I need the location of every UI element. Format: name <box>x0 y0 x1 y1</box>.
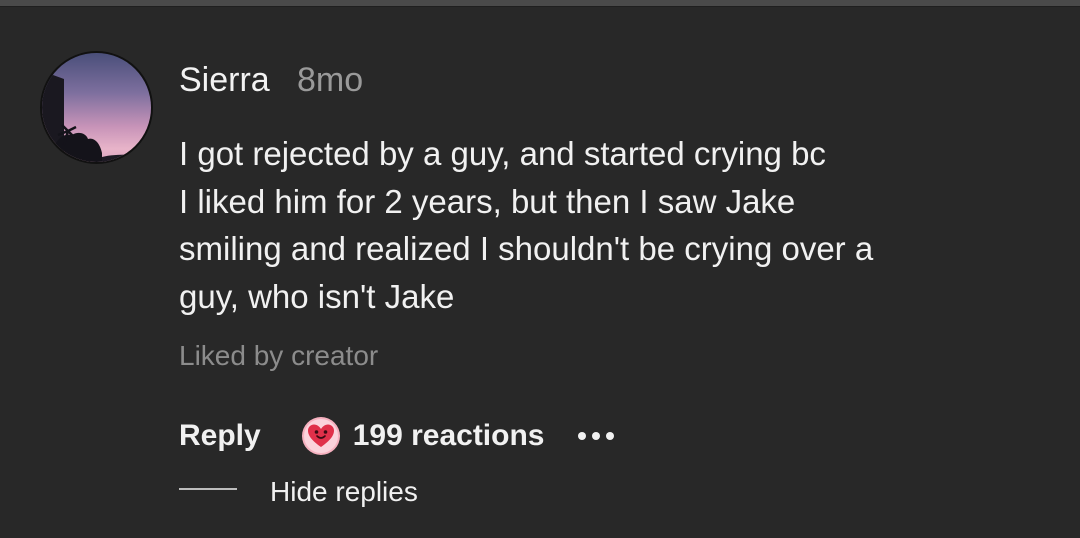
more-options-button[interactable] <box>578 426 615 446</box>
comment-body-line: guy, who isn't Jake <box>179 277 455 315</box>
reactions-count[interactable]: 199 reactions <box>353 419 545 453</box>
more-dots-icon <box>606 432 615 440</box>
liked-by-creator-label: Liked by creator <box>179 340 379 371</box>
heart-face-icon[interactable] <box>301 416 341 456</box>
replies-divider-line <box>179 488 237 490</box>
comment-body: I got rejected by a guy, and started cry… <box>179 130 1059 320</box>
more-dots-icon <box>592 432 601 440</box>
reply-button[interactable]: Reply <box>179 419 261 453</box>
comment-card: Sierra 8mo I got rejected by a guy, and … <box>0 0 1080 538</box>
comment-body-line: I got rejected by a guy, and started cry… <box>179 135 826 172</box>
hide-replies-button[interactable]: Hide replies <box>270 474 418 510</box>
avatar-image <box>42 53 151 162</box>
avatar[interactable] <box>40 51 153 164</box>
comment-timestamp: 8mo <box>297 61 364 99</box>
comment-body-line: smiling and realized I shouldn't be cryi… <box>179 230 874 267</box>
username[interactable]: Sierra <box>179 60 270 100</box>
comment-actions: Reply 199 reactions <box>179 412 615 460</box>
comment-body-line: I liked him for 2 years, but then I saw … <box>179 182 796 220</box>
more-dots-icon <box>578 432 587 440</box>
